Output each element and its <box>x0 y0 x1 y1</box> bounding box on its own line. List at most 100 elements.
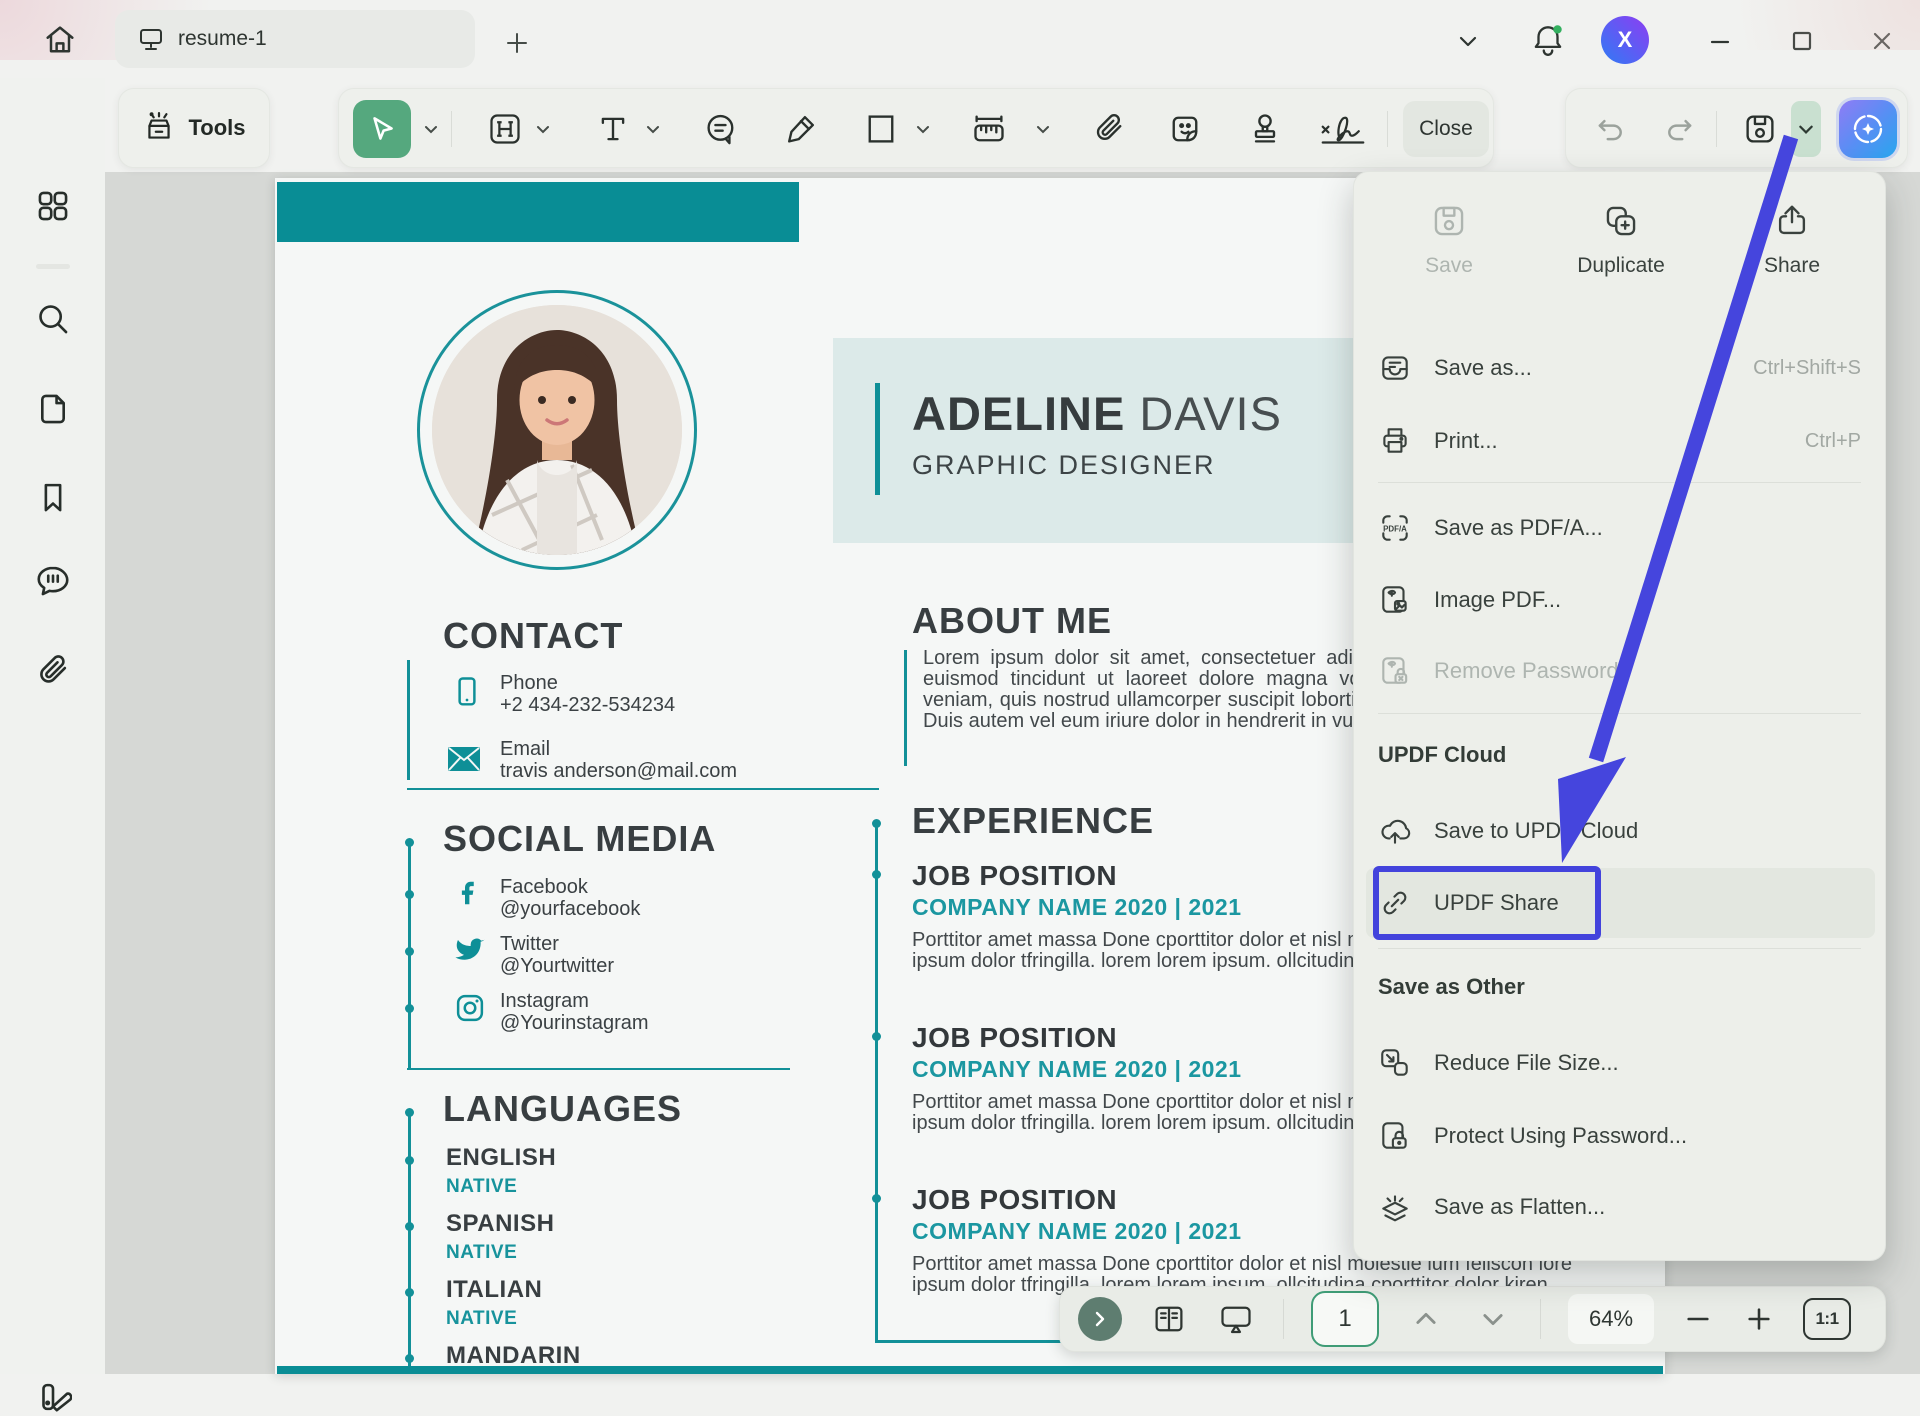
minimize-button[interactable] <box>1702 24 1738 58</box>
sidebar-item-appearance[interactable] <box>34 1378 72 1416</box>
menu-item-protect-password[interactable]: Protect Using Password... <box>1378 1112 1861 1160</box>
sidebar-item-search[interactable] <box>34 300 72 338</box>
new-tab-button[interactable] <box>500 26 534 60</box>
menu-item-print[interactable]: Print... Ctrl+P <box>1378 417 1861 465</box>
page-icon <box>34 390 72 428</box>
zoom-out-button[interactable] <box>1681 1302 1715 1336</box>
ai-assistant-button[interactable] <box>1839 100 1897 158</box>
paperclip-icon <box>34 652 72 690</box>
expand-statusbar-button[interactable] <box>1078 1297 1122 1341</box>
tools-button[interactable]: Tools <box>119 89 269 167</box>
menu-item-updf-share[interactable]: UPDF Share <box>1378 879 1861 927</box>
maximize-button[interactable] <box>1784 24 1820 58</box>
menu-item-save-as-pdfa[interactable]: PDF/A Save as PDF/A... <box>1378 504 1861 552</box>
select-tool-button[interactable] <box>353 100 411 158</box>
tabs-dropdown-button[interactable] <box>1451 24 1485 58</box>
email-value: travis anderson@mail.com <box>500 760 737 783</box>
menu-item-image-pdf[interactable]: Image PDF... <box>1378 576 1861 624</box>
page-number-input[interactable]: 1 <box>1311 1291 1379 1347</box>
next-page-button[interactable] <box>1473 1299 1513 1339</box>
zoom-in-button[interactable] <box>1742 1302 1776 1336</box>
menu-divider <box>1378 948 1861 949</box>
attach-tool[interactable] <box>1091 111 1127 147</box>
languages-accent-line <box>408 1112 411 1374</box>
menu-item-label: Image PDF... <box>1434 587 1561 613</box>
presentation-mode-button[interactable] <box>1216 1299 1256 1339</box>
previous-page-button[interactable] <box>1406 1299 1446 1339</box>
monitor-icon <box>137 25 165 53</box>
comment-tool[interactable] <box>703 111 739 147</box>
save-button[interactable] <box>1742 111 1778 147</box>
sidebar-item-tools-grid[interactable] <box>34 187 72 225</box>
home-button[interactable] <box>34 14 86 66</box>
close-editing-button[interactable]: Close <box>1403 101 1489 157</box>
sidebar-item-bookmarks[interactable] <box>34 478 72 516</box>
language-level: NATIVE <box>446 1308 517 1330</box>
edit-text-chevron[interactable] <box>535 121 551 137</box>
profile-photo <box>432 305 682 555</box>
job-company: COMPANY NAME 2020 | 2021 <box>912 1056 1242 1083</box>
job-company: COMPANY NAME 2020 | 2021 <box>912 1218 1242 1245</box>
undo-button[interactable] <box>1592 111 1628 147</box>
image-pdf-icon <box>1378 583 1412 617</box>
home-icon <box>42 22 78 58</box>
page-layout-button[interactable] <box>1149 1299 1189 1339</box>
save-options-chevron[interactable] <box>1791 101 1821 157</box>
close-window-button[interactable] <box>1864 24 1900 58</box>
sidebar-divider <box>36 264 70 269</box>
user-avatar[interactable]: X <box>1601 16 1649 64</box>
close-label: Close <box>1419 117 1473 141</box>
signature-tool[interactable] <box>1315 111 1371 147</box>
menu-quick-duplicate[interactable]: Duplicate <box>1546 202 1696 278</box>
menu-item-save-to-cloud[interactable]: Save to UPDF Cloud <box>1378 807 1861 855</box>
menu-item-label: Save as Flatten... <box>1434 1194 1605 1220</box>
edit-text-tool[interactable] <box>487 111 523 147</box>
menu-item-label: Save as... <box>1434 355 1532 381</box>
sidebar-item-comments[interactable] <box>34 562 72 600</box>
sticker-tool[interactable] <box>1167 111 1203 147</box>
avatar-initial: X <box>1618 27 1633 53</box>
job-title: JOB POSITION <box>912 1022 1117 1054</box>
grid-icon <box>34 187 72 225</box>
statusbar-divider <box>1283 1299 1284 1339</box>
menu-item-save-as[interactable]: Save as... Ctrl+Shift+S <box>1378 344 1861 392</box>
shape-tool[interactable] <box>863 111 899 147</box>
stamp-tool[interactable] <box>1247 111 1283 147</box>
sidebar-item-thumbnails[interactable] <box>34 390 72 428</box>
svg-text:PDF/A: PDF/A <box>1383 525 1407 534</box>
add-text-chevron[interactable] <box>645 121 661 137</box>
measure-chevron[interactable] <box>1035 121 1051 137</box>
pen-tool[interactable] <box>783 111 819 147</box>
notifications-button[interactable] <box>1528 18 1568 62</box>
language-dot <box>405 1156 414 1165</box>
protect-password-icon <box>1378 1119 1412 1153</box>
duplicate-icon <box>1602 202 1640 240</box>
menu-item-save-as-flatten[interactable]: Save as Flatten... <box>1378 1183 1861 1231</box>
measure-tool[interactable] <box>971 111 1007 147</box>
first-name: ADELINE <box>912 387 1125 440</box>
statusbar-divider <box>1540 1299 1541 1339</box>
pdfa-icon: PDF/A <box>1378 511 1412 545</box>
redo-button[interactable] <box>1662 111 1698 147</box>
title-bar: resume-1 X <box>0 0 1920 78</box>
language-level: NATIVE <box>446 1176 517 1198</box>
sidebar-item-attachments[interactable] <box>34 652 72 690</box>
email-icon <box>447 746 481 772</box>
shape-chevron[interactable] <box>915 121 931 137</box>
menu-item-label: Remove Password <box>1434 658 1619 684</box>
contact-accent-line <box>407 660 410 780</box>
zoom-level-input[interactable]: 64% <box>1568 1294 1654 1344</box>
social-heading: SOCIAL MEDIA <box>443 818 716 860</box>
document-tab[interactable]: resume-1 <box>115 10 475 68</box>
menu-quick-share[interactable]: Share <box>1717 202 1867 278</box>
menu-item-reduce-file-size[interactable]: Reduce File Size... <box>1378 1039 1861 1087</box>
save-as-icon <box>1378 351 1412 385</box>
add-text-tool[interactable] <box>595 111 631 147</box>
job-title: JOB POSITION <box>912 1184 1117 1216</box>
select-tool-chevron[interactable] <box>423 121 439 137</box>
tools-group: Tools <box>118 88 270 168</box>
menu-item-label: UPDF Share <box>1434 890 1559 916</box>
phone-value: +2 434-232-534234 <box>500 694 675 717</box>
actions-group <box>1565 88 1908 168</box>
actual-size-button[interactable]: 1:1 <box>1803 1298 1851 1340</box>
